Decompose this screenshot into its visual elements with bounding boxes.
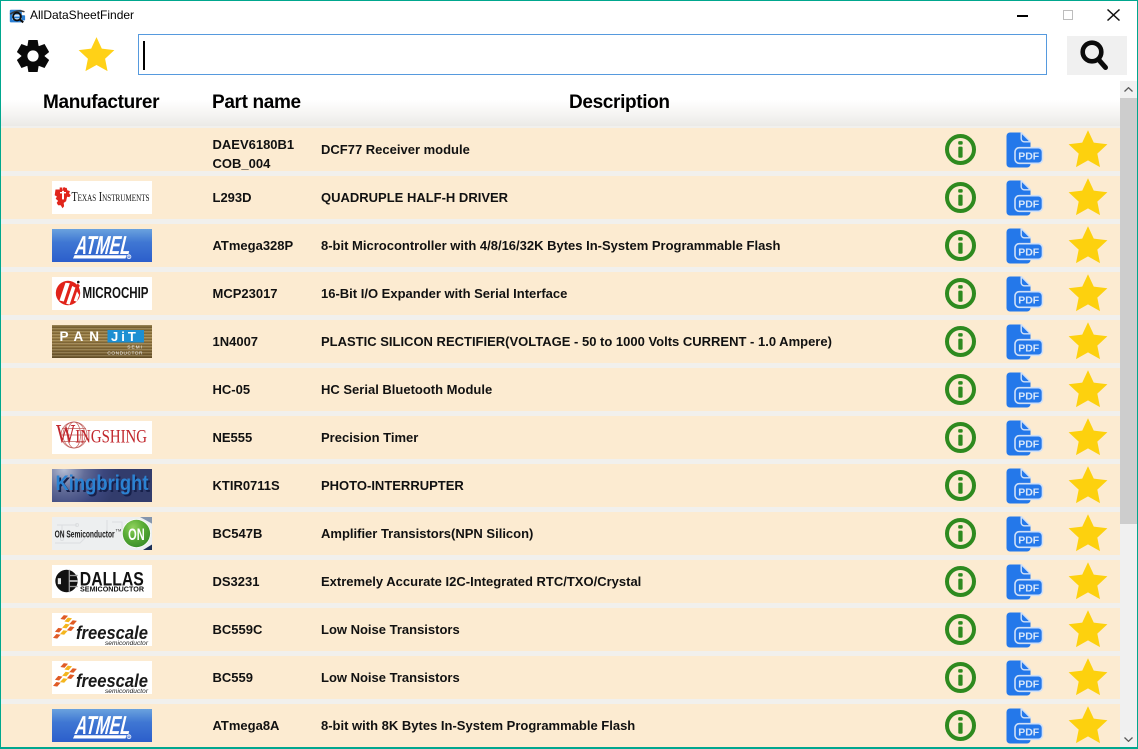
svg-text:Kingbright: Kingbright <box>56 472 149 495</box>
svg-text:PDF: PDF <box>1018 631 1040 643</box>
svg-text:PDF: PDF <box>1018 727 1040 739</box>
svg-text:PDF: PDF <box>1018 535 1040 547</box>
svg-text:semiconductor: semiconductor <box>105 640 149 646</box>
svg-text:SEMI: SEMI <box>127 345 143 351</box>
svg-text:TEXAS INSTRUMENTS: TEXAS INSTRUMENTS <box>72 189 150 204</box>
svg-text:PDF: PDF <box>1018 439 1040 451</box>
svg-text:ON: ON <box>128 526 145 544</box>
svg-text:JiT: JiT <box>111 329 139 344</box>
svg-text:PAN: PAN <box>60 329 106 344</box>
svg-text:PDF: PDF <box>1018 295 1040 307</box>
svg-text:PDF: PDF <box>1018 151 1040 163</box>
svg-text:CONDUCTOR: CONDUCTOR <box>107 351 143 357</box>
svg-text:PDF: PDF <box>1018 391 1040 403</box>
svg-text:ON Semiconductor: ON Semiconductor <box>55 529 115 540</box>
svg-text:SEMICONDUCTOR: SEMICONDUCTOR <box>80 586 144 593</box>
svg-text:PDF: PDF <box>1018 487 1040 499</box>
svg-text:WINGSHING: WINGSHING <box>56 421 147 449</box>
svg-text:TM: TM <box>116 528 122 533</box>
svg-text:semiconductor: semiconductor <box>105 688 149 694</box>
svg-text:MICROCHIP: MICROCHIP <box>83 285 149 302</box>
svg-text:PDF: PDF <box>1018 343 1040 355</box>
svg-text:PDF: PDF <box>1018 199 1040 211</box>
svg-text:PDF: PDF <box>1018 583 1040 595</box>
svg-text:PDF: PDF <box>1018 679 1040 691</box>
svg-text:PDF: PDF <box>1018 247 1040 259</box>
